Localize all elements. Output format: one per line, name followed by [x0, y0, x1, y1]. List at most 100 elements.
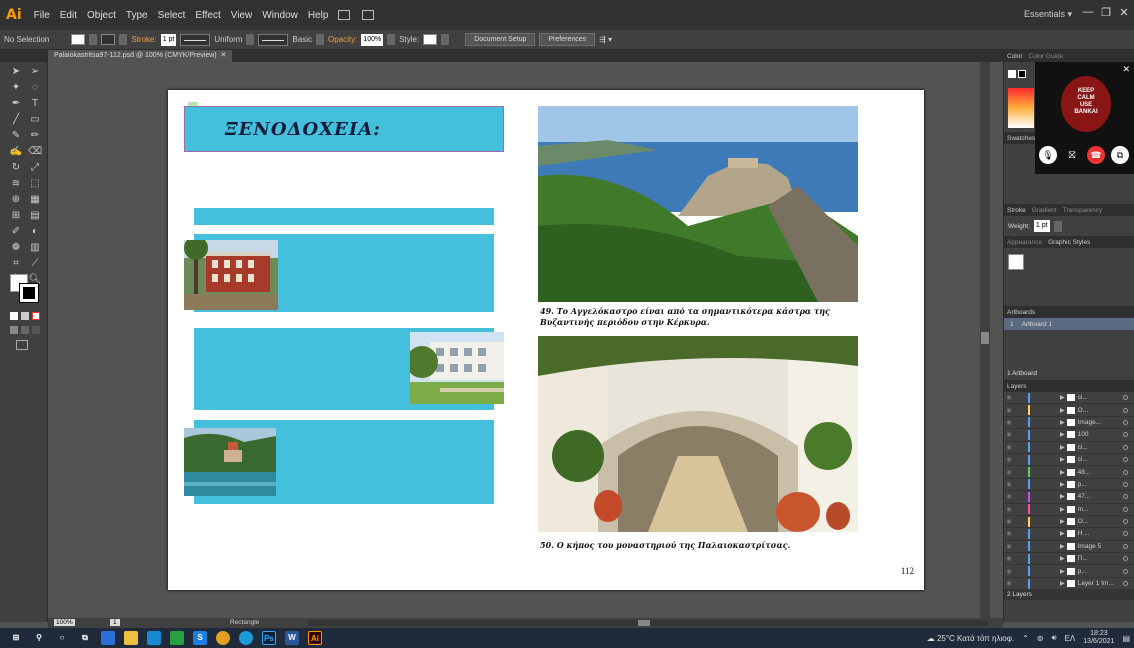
rotate-tool-icon[interactable]: ↻ — [9, 162, 23, 174]
visibility-eye-icon[interactable]: ◉ — [1004, 444, 1014, 451]
menu-edit[interactable]: Edit — [60, 10, 77, 21]
tab-graphic-styles[interactable]: Graphic Styles — [1048, 239, 1090, 246]
layer-row[interactable]: ◉ ▶ ci... — [1004, 392, 1134, 405]
weight-dropdown[interactable] — [1053, 220, 1062, 232]
visibility-eye-icon[interactable]: ◉ — [1004, 481, 1014, 488]
color-spectrum[interactable] — [1008, 88, 1034, 128]
visibility-eye-icon[interactable]: ◉ — [1004, 543, 1014, 550]
layer-row[interactable]: ◉ ▶ O... — [1004, 516, 1134, 529]
gradient-tool-icon[interactable]: ▤ — [28, 210, 42, 222]
target-circle-icon[interactable] — [1123, 556, 1128, 562]
arrange-icon[interactable]: ⇶ ▾ — [599, 35, 612, 44]
draw-inside-icon[interactable] — [32, 326, 40, 334]
preferences-button[interactable]: Preferences — [539, 33, 596, 46]
fill-swatch[interactable] — [71, 34, 86, 45]
artboard-tool-icon[interactable]: ⌗ — [9, 258, 23, 270]
tab-gradient[interactable]: Gradient — [1032, 207, 1057, 214]
visibility-eye-icon[interactable]: ◉ — [1004, 469, 1014, 476]
target-circle-icon[interactable] — [1123, 419, 1128, 425]
menu-view[interactable]: View — [231, 10, 253, 21]
slice-tool-icon[interactable]: ⟋ — [28, 258, 42, 270]
blob-brush-tool-icon[interactable]: ✍ — [9, 146, 23, 158]
layer-row[interactable]: ◉ ▶ ci... — [1004, 442, 1134, 454]
target-circle-icon[interactable] — [1123, 494, 1128, 500]
microphone-icon[interactable]: 🎙︎ — [1039, 146, 1057, 164]
vertical-scrollbar[interactable] — [980, 62, 990, 618]
weather-widget[interactable]: ☁ 25°C Κατά τόπ ηλιοφ. — [927, 634, 1014, 643]
network-icon[interactable]: ⊚ — [1037, 634, 1044, 643]
opacity-label[interactable]: Opacity: — [328, 35, 357, 44]
default-graphic-style[interactable] — [1008, 254, 1024, 270]
target-circle-icon[interactable] — [1123, 581, 1128, 587]
color-fill-swatch[interactable] — [1008, 70, 1016, 78]
tab-layers[interactable]: Layers — [1007, 383, 1027, 390]
windows-start-icon[interactable]: ⊞ — [9, 631, 23, 645]
layer-row[interactable]: ◉ ▶ Layer 1 Im... — [1004, 578, 1134, 591]
chrome-icon[interactable] — [216, 631, 230, 645]
menu-effect[interactable]: Effect — [195, 10, 220, 21]
rectangle-tool-icon[interactable]: ▭ — [28, 114, 42, 126]
mesh-tool-icon[interactable]: ⊞ — [9, 210, 23, 222]
layer-row[interactable]: ◉ ▶ 48... — [1004, 466, 1134, 479]
expand-triangle-icon[interactable]: ▶ — [1060, 580, 1065, 587]
edge-icon[interactable] — [239, 631, 253, 645]
mail-icon[interactable] — [147, 631, 161, 645]
expand-triangle-icon[interactable]: ▶ — [1060, 431, 1065, 438]
hotel-photo-3[interactable] — [184, 428, 276, 496]
clock[interactable]: 18:23 13/6/2021 — [1083, 630, 1114, 646]
layer-row[interactable]: ◉ ▶ O... — [1004, 404, 1134, 417]
line-tool-icon[interactable]: ╱ — [9, 114, 23, 126]
fill-dropdown[interactable] — [89, 34, 98, 45]
selection-tool-icon[interactable]: ➤ — [9, 66, 23, 78]
free-transform-tool-icon[interactable]: ⬚ — [28, 178, 42, 190]
restore-icon[interactable]: ❐ — [1098, 6, 1114, 22]
layer-row[interactable]: ◉ ▶ 100 — [1004, 429, 1134, 442]
expand-triangle-icon[interactable]: ▶ — [1060, 518, 1065, 525]
target-circle-icon[interactable] — [1123, 444, 1128, 450]
menu-help[interactable]: Help — [308, 10, 329, 21]
tab-color[interactable]: Color — [1007, 53, 1023, 60]
expand-triangle-icon[interactable]: ▶ — [1060, 419, 1065, 426]
draw-behind-icon[interactable] — [21, 326, 29, 334]
visibility-eye-icon[interactable]: ◉ — [1004, 580, 1014, 587]
layer-row[interactable]: ◉ ▶ ci... — [1004, 454, 1134, 467]
target-circle-icon[interactable] — [1123, 407, 1128, 413]
style-dropdown[interactable] — [441, 34, 450, 45]
color-mode-icon[interactable] — [10, 312, 18, 320]
lasso-tool-icon[interactable]: ◌ — [28, 82, 42, 94]
expand-triangle-icon[interactable]: ▶ — [1060, 530, 1065, 537]
layer-row[interactable]: ◉ ▶ H ... — [1004, 528, 1134, 541]
tray-expand-icon[interactable]: ⌃ — [1022, 634, 1029, 643]
horizontal-scrollbar[interactable] — [308, 620, 988, 626]
search-icon[interactable]: ⚲ — [32, 631, 46, 645]
brush-definition[interactable] — [258, 33, 289, 46]
layer-row[interactable]: ◉ ▶ Π... — [1004, 553, 1134, 566]
opacity-dropdown[interactable] — [387, 34, 396, 45]
stroke-color-box[interactable] — [19, 283, 39, 303]
stroke-swatch[interactable] — [101, 34, 116, 45]
shape-builder-tool-icon[interactable]: ⊕ — [9, 194, 23, 206]
artboard[interactable]: ΞΕΝΟΔΟΧΕΙΑ: 49. Το Αγγελόκαστρο είναι απ… — [168, 90, 924, 590]
stroke-weight-field[interactable]: 1 pt — [160, 33, 177, 46]
artboard-row[interactable]: 1 Artboard 1 — [1004, 318, 1134, 330]
canvas[interactable]: ΞΕΝΟΔΟΧΕΙΑ: 49. Το Αγγελόκαστρο είναι απ… — [48, 62, 990, 618]
style-swatch[interactable] — [423, 34, 438, 45]
layer-row[interactable]: ◉ ▶ 47... — [1004, 491, 1134, 504]
tab-stroke[interactable]: Stroke — [1007, 207, 1026, 214]
heading-box[interactable]: ΞΕΝΟΔΟΧΕΙΑ: — [184, 106, 504, 152]
task-view-icon[interactable]: ⧉ — [78, 631, 92, 645]
cyan-bar[interactable] — [194, 208, 494, 225]
none-mode-icon[interactable] — [32, 312, 40, 320]
layer-row[interactable]: ◉ ▶ p... — [1004, 479, 1134, 492]
people-icon[interactable] — [101, 631, 115, 645]
stroke-dropdown[interactable] — [119, 34, 128, 45]
tab-color-guide[interactable]: Color Guide — [1029, 53, 1064, 60]
target-circle-icon[interactable] — [1123, 395, 1128, 401]
monastery-garden-photo[interactable] — [538, 336, 858, 532]
expand-triangle-icon[interactable]: ▶ — [1060, 407, 1065, 414]
visibility-eye-icon[interactable]: ◉ — [1004, 431, 1014, 438]
menu-select[interactable]: Select — [158, 10, 186, 21]
document-tab[interactable]: Palaiokastritsa97-112.psd @ 100% (CMYK/P… — [48, 50, 233, 62]
pencil-tool-icon[interactable]: ✏ — [28, 130, 42, 142]
visibility-eye-icon[interactable]: ◉ — [1004, 568, 1014, 575]
